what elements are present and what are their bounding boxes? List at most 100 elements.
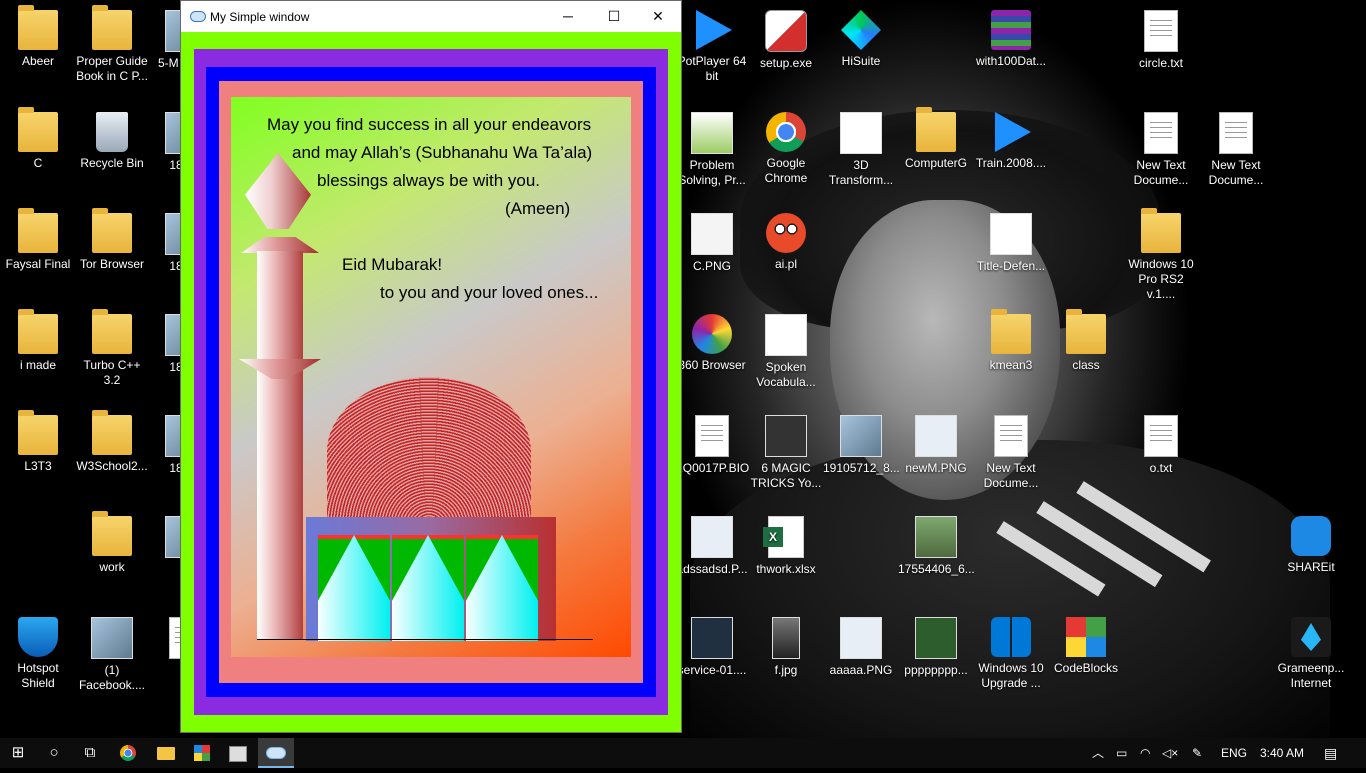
potplayer-icon	[696, 10, 732, 50]
minimize-button[interactable]: ─	[545, 1, 591, 32]
task-view-icon[interactable]: ⧉	[72, 738, 108, 768]
desktop-icon-potplayer[interactable]: PotPlayer 64 bit	[674, 2, 750, 84]
desktop-icon-19105712[interactable]: 19105712_8...	[823, 407, 900, 476]
desktop-icon-pppppppp[interactable]: pppppppp...	[898, 609, 974, 678]
desktop-icon-with100dat[interactable]: with100Dat...	[973, 2, 1049, 69]
desktop-icon-17554406[interactable]: 17554406_6...	[898, 508, 975, 577]
folder-icon	[18, 208, 58, 253]
desktop-icon-service[interactable]: service-01....	[674, 609, 750, 678]
app-icon	[190, 11, 206, 22]
folder-icon	[991, 309, 1031, 354]
desktop-icon-recycle-bin[interactable]: Recycle Bin	[74, 104, 150, 171]
chrome-icon[interactable]	[110, 738, 146, 768]
app-window[interactable]: My Simple window ─ ☐ ✕ May you find succ…	[180, 0, 682, 733]
desktop-icon-codeblocks[interactable]: CodeBlocks	[1048, 609, 1124, 676]
desktop-icon-problem-solving[interactable]: Problem Solving, Pr...	[674, 104, 750, 188]
desktop-icon-new-text-2[interactable]: New Text Docume...	[1198, 104, 1274, 188]
folder-icon	[1141, 208, 1181, 253]
desktop-icon-magic-tricks[interactable]: 6 MAGIC TRICKS Yo...	[748, 407, 824, 491]
desktop-icon-o-txt[interactable]: o.txt	[1123, 407, 1199, 476]
desktop-icon-facebook[interactable]: (1) Facebook....	[74, 609, 150, 693]
mosque-arch	[466, 535, 538, 641]
desktop-icon-adssadsd[interactable]: adssadsd.P...	[674, 508, 750, 577]
desktop-icon-title-defen[interactable]: Title-Defen...	[973, 205, 1049, 274]
text-file-icon	[1144, 10, 1178, 52]
image-icon	[91, 617, 133, 659]
desktop-icon-faysal-final[interactable]: Faysal Final	[0, 205, 76, 272]
start-icon[interactable]: ⊞	[0, 738, 36, 768]
desktop-icon-abeer[interactable]: Abeer	[0, 2, 76, 69]
desktop-icon-grameenphone[interactable]: Grameenp... Internet	[1273, 609, 1349, 691]
desktop-icon-chrome[interactable]: Google Chrome	[748, 104, 824, 186]
text-file-icon	[1144, 112, 1178, 154]
winrar-icon[interactable]	[184, 738, 220, 768]
wifi-icon[interactable]: ◠	[1140, 738, 1150, 768]
desktop-icon-new-text-1[interactable]: New Text Docume...	[1123, 104, 1199, 188]
desktop-icon-f-jpg[interactable]: f.jpg	[748, 609, 824, 678]
image-icon	[691, 213, 733, 255]
battery-icon[interactable]: ▭	[1116, 738, 1127, 768]
excel-icon: X	[763, 516, 804, 558]
pen-icon[interactable]: ✎	[1192, 738, 1202, 768]
desktop-icon-c-png[interactable]: C.PNG	[674, 205, 750, 274]
desktop-icon-tor-browser[interactable]: Tor Browser	[74, 205, 150, 272]
desktop-icon-shareit[interactable]: SHAREit	[1273, 508, 1349, 575]
desktop-icon-computerg[interactable]: ComputerG	[898, 104, 974, 171]
desktop-icon-turbo-c[interactable]: Turbo C++ 3.2	[74, 306, 150, 388]
desktop-icon-hisuite[interactable]: HiSuite	[823, 2, 899, 69]
folder-icon	[18, 410, 58, 455]
minaret-ring-bottom	[239, 359, 321, 379]
powerpoint-icon	[990, 213, 1032, 255]
desktop-icon-newm[interactable]: newM.PNG	[898, 407, 974, 476]
volume-icon[interactable]: ◁×	[1162, 738, 1178, 768]
desktop-icon-xq0017p[interactable]: XQ0017P.BIO	[674, 407, 750, 476]
minaret-spire	[245, 153, 311, 229]
folder-icon	[92, 5, 132, 50]
image-icon	[765, 314, 807, 356]
desktop-icon-setup[interactable]: setup.exe	[748, 2, 824, 71]
desktop-icon-class[interactable]: class	[1048, 306, 1124, 373]
cortana-icon[interactable]: ○	[36, 738, 72, 768]
desktop-icon-w3school[interactable]: W3School2...	[74, 407, 150, 474]
folder-icon	[1066, 309, 1106, 354]
desktop-icon-windows-10-pro[interactable]: Windows 10 Pro RS2 v.1....	[1123, 205, 1199, 302]
mosque-dome	[327, 377, 531, 527]
srt-file-icon	[995, 112, 1031, 152]
close-button[interactable]: ✕	[635, 1, 681, 32]
desktop-icon-i-made[interactable]: i made	[0, 306, 76, 373]
window-titlebar[interactable]: My Simple window ─ ☐ ✕	[181, 1, 681, 32]
my-simple-window-icon[interactable]	[258, 738, 294, 768]
maximize-button[interactable]: ☐	[591, 1, 637, 32]
video-icon	[765, 415, 807, 457]
show-hidden-icons-icon[interactable]: ︿	[1092, 738, 1104, 768]
desktop-icon-aaaaa[interactable]: aaaaa.PNG	[823, 609, 899, 678]
desktop-icon-windows-upgrade[interactable]: Windows 10 Upgrade ...	[973, 609, 1049, 691]
desktop-icon-kmean3[interactable]: kmean3	[973, 306, 1049, 373]
desktop-icon-thwork[interactable]: Xthwork.xlsx	[748, 508, 824, 577]
action-center-icon[interactable]: ▤	[1324, 738, 1337, 768]
desktop-icon-3d-transform[interactable]: 3D Transform...	[823, 104, 899, 188]
desktop-icon-360-browser[interactable]: 360 Browser	[674, 306, 750, 373]
file-explorer-icon[interactable]	[148, 738, 184, 768]
clock[interactable]: 3:40 AM	[1260, 738, 1304, 768]
powerpoint-icon	[840, 112, 882, 154]
desktop-icon-hotspot-shield[interactable]: Hotspot Shield	[0, 609, 76, 691]
desktop-icon-work[interactable]: work	[74, 508, 150, 575]
language-indicator[interactable]: ENG	[1221, 738, 1247, 768]
chrome-icon	[766, 112, 806, 152]
text-file-icon	[994, 415, 1028, 457]
desktop-icon-train-2008[interactable]: Train.2008....	[973, 104, 1049, 171]
desktop-icon-c[interactable]: C	[0, 104, 76, 171]
mosque-arch	[392, 535, 464, 641]
desktop-icon-new-text-3[interactable]: New Text Docume...	[973, 407, 1049, 491]
desktop-icon-circle-txt[interactable]: circle.txt	[1123, 2, 1199, 71]
folder-icon	[18, 5, 58, 50]
desktop-icon-ai-pl[interactable]: ai.pl	[748, 205, 824, 272]
image-icon	[915, 516, 957, 558]
desktop-icon-l3t3[interactable]: L3T3	[0, 407, 76, 474]
hotspot-shield-icon	[18, 617, 58, 657]
codeblocks-icon[interactable]	[220, 738, 256, 768]
desktop-icon-spoken-vocabulary[interactable]: Spoken Vocabula...	[748, 306, 824, 390]
hisuite-icon	[841, 10, 881, 50]
desktop-icon-proper-guide[interactable]: Proper Guide Book in C P...	[74, 2, 150, 84]
